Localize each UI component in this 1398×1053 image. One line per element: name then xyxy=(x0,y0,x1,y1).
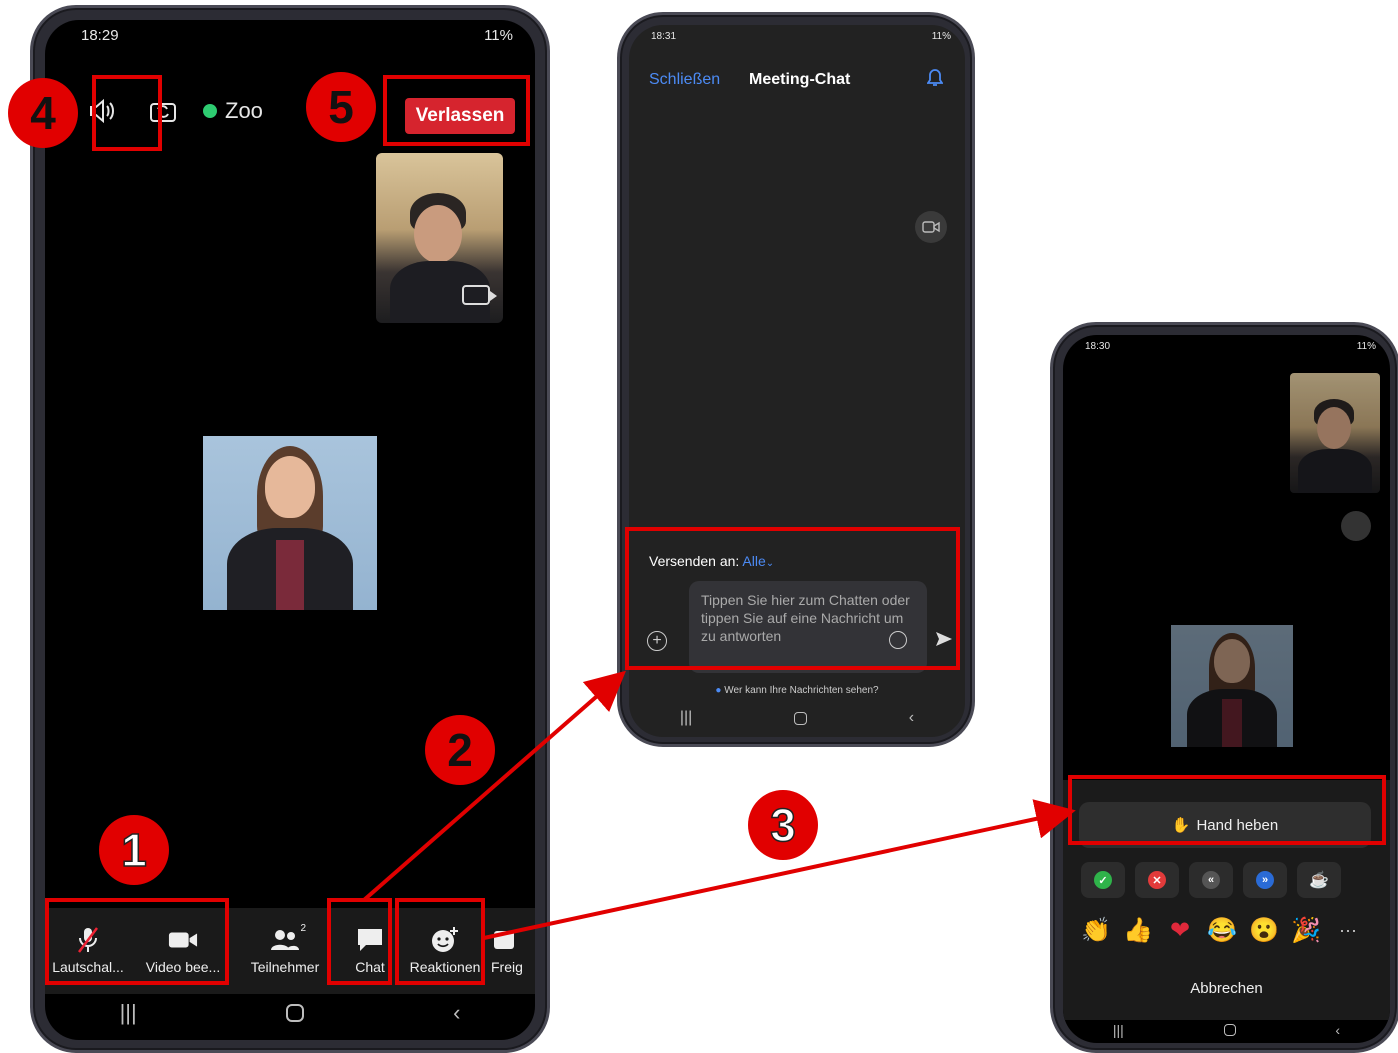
participant-video xyxy=(1171,625,1293,747)
share-label: Freig xyxy=(491,959,523,975)
video-toggle-icon[interactable] xyxy=(915,211,947,243)
participant-video xyxy=(203,436,377,610)
highlight-reactions xyxy=(395,898,485,985)
nonverbal-feedback-row: ✓ ✕ « » ☕ xyxy=(1081,862,1341,898)
status-time: 18:29 xyxy=(81,26,119,44)
thumbs-up-emoji[interactable]: 👍 xyxy=(1119,912,1157,948)
coffee-button[interactable]: ☕ xyxy=(1297,862,1341,898)
party-emoji[interactable]: 🎉 xyxy=(1287,912,1325,948)
highlight-chat-input xyxy=(625,527,960,670)
shield-icon xyxy=(203,104,217,118)
participants-icon: 2 xyxy=(270,923,306,953)
close-link[interactable]: Schließen xyxy=(649,71,720,89)
faster-button[interactable]: » xyxy=(1243,862,1287,898)
self-view-thumbnail[interactable] xyxy=(376,153,503,323)
slower-button[interactable]: « xyxy=(1189,862,1233,898)
chat-title: Meeting-Chat xyxy=(749,71,851,88)
highlight-raise-hand xyxy=(1068,775,1386,845)
recent-apps-icon[interactable]: ||| xyxy=(120,1000,137,1026)
participants-label: Teilnehmer xyxy=(250,959,320,975)
status-time: 18:31 xyxy=(651,30,677,42)
home-icon[interactable] xyxy=(1223,1024,1236,1036)
participants-button[interactable]: 2 Teilnehmer xyxy=(243,908,327,994)
share-icon xyxy=(491,927,515,953)
chat-header: Schließen Meeting-Chat xyxy=(629,55,965,105)
people-icon: ● xyxy=(715,685,722,696)
step-badge-5: 5 xyxy=(306,72,376,142)
highlight-speaker xyxy=(92,75,162,151)
tutorial-canvas: 18:29 11% Zoo Verlassen Lautschal... Vid… xyxy=(0,0,1398,1053)
no-button[interactable]: ✕ xyxy=(1135,862,1179,898)
home-icon[interactable] xyxy=(285,1004,304,1022)
meeting-title: Zoo xyxy=(225,98,263,123)
step-badge-1: 1 xyxy=(99,815,169,885)
cancel-button[interactable]: Abbrechen xyxy=(1063,980,1390,997)
recent-apps-icon[interactable]: ||| xyxy=(680,709,692,727)
phone-reactions: 18:30 11% ✋ Hand heben ✓ ✕ « » ☕ 👏 👍 ❤ 😂… xyxy=(1050,322,1398,1053)
step-badge-4: 4 xyxy=(8,78,78,148)
surprised-emoji[interactable]: 😮 xyxy=(1245,912,1283,948)
share-button[interactable]: Freig xyxy=(491,908,535,994)
step-badge-3: 3 xyxy=(748,790,818,860)
status-battery: 11% xyxy=(1356,340,1376,352)
participant-count: 2 xyxy=(300,923,306,934)
reactions-screen: 18:30 11% ✋ Hand heben ✓ ✕ « » ☕ 👏 👍 ❤ 😂… xyxy=(1063,335,1390,1043)
highlight-chat xyxy=(327,898,392,985)
step-badge-2: 2 xyxy=(425,715,495,785)
status-bar: 18:29 11% xyxy=(45,20,535,50)
visibility-hint[interactable]: ● Wer kann Ihre Nachrichten sehen? xyxy=(629,685,965,696)
check-icon: ✓ xyxy=(1094,871,1112,889)
emoji-row: 👏 👍 ❤ 😂 😮 🎉 ··· xyxy=(1077,912,1367,948)
coffee-cup-icon: ☕ xyxy=(1309,872,1329,889)
video-toggle-icon[interactable] xyxy=(1341,511,1371,541)
status-battery: 11% xyxy=(484,26,513,44)
status-battery: 11% xyxy=(931,30,951,42)
status-bar: 18:30 11% xyxy=(1063,335,1390,357)
android-nav-bar: ||| ‹ xyxy=(45,988,535,1038)
slow-down-icon: « xyxy=(1202,871,1220,889)
clap-emoji[interactable]: 👏 xyxy=(1077,912,1115,948)
highlight-mute-video xyxy=(45,898,229,985)
heart-emoji[interactable]: ❤ xyxy=(1161,912,1199,948)
back-icon[interactable]: ‹ xyxy=(909,709,914,727)
phone-meeting: 18:29 11% Zoo Verlassen Lautschal... Vid… xyxy=(30,5,550,1053)
android-nav-bar: ||| ‹ xyxy=(629,699,965,737)
self-view-thumbnail[interactable] xyxy=(1290,373,1380,493)
speed-up-icon: » xyxy=(1256,871,1274,889)
android-nav-bar: ||| ‹ xyxy=(1063,1017,1390,1043)
back-icon[interactable]: ‹ xyxy=(453,1000,460,1026)
yes-button[interactable]: ✓ xyxy=(1081,862,1125,898)
laughing-emoji[interactable]: 😂 xyxy=(1203,912,1241,948)
status-time: 18:30 xyxy=(1085,340,1111,352)
more-icon[interactable]: ··· xyxy=(1329,912,1367,948)
highlight-leave xyxy=(383,75,530,146)
back-icon[interactable]: ‹ xyxy=(1335,1022,1340,1038)
home-icon[interactable] xyxy=(794,711,808,725)
camera-icon[interactable] xyxy=(462,285,497,305)
bell-icon[interactable] xyxy=(926,68,944,92)
cancel-label: Abbrechen xyxy=(1190,980,1263,997)
x-icon: ✕ xyxy=(1148,871,1166,889)
status-bar: 18:31 11% xyxy=(629,25,965,47)
recent-apps-icon[interactable]: ||| xyxy=(1113,1022,1124,1038)
